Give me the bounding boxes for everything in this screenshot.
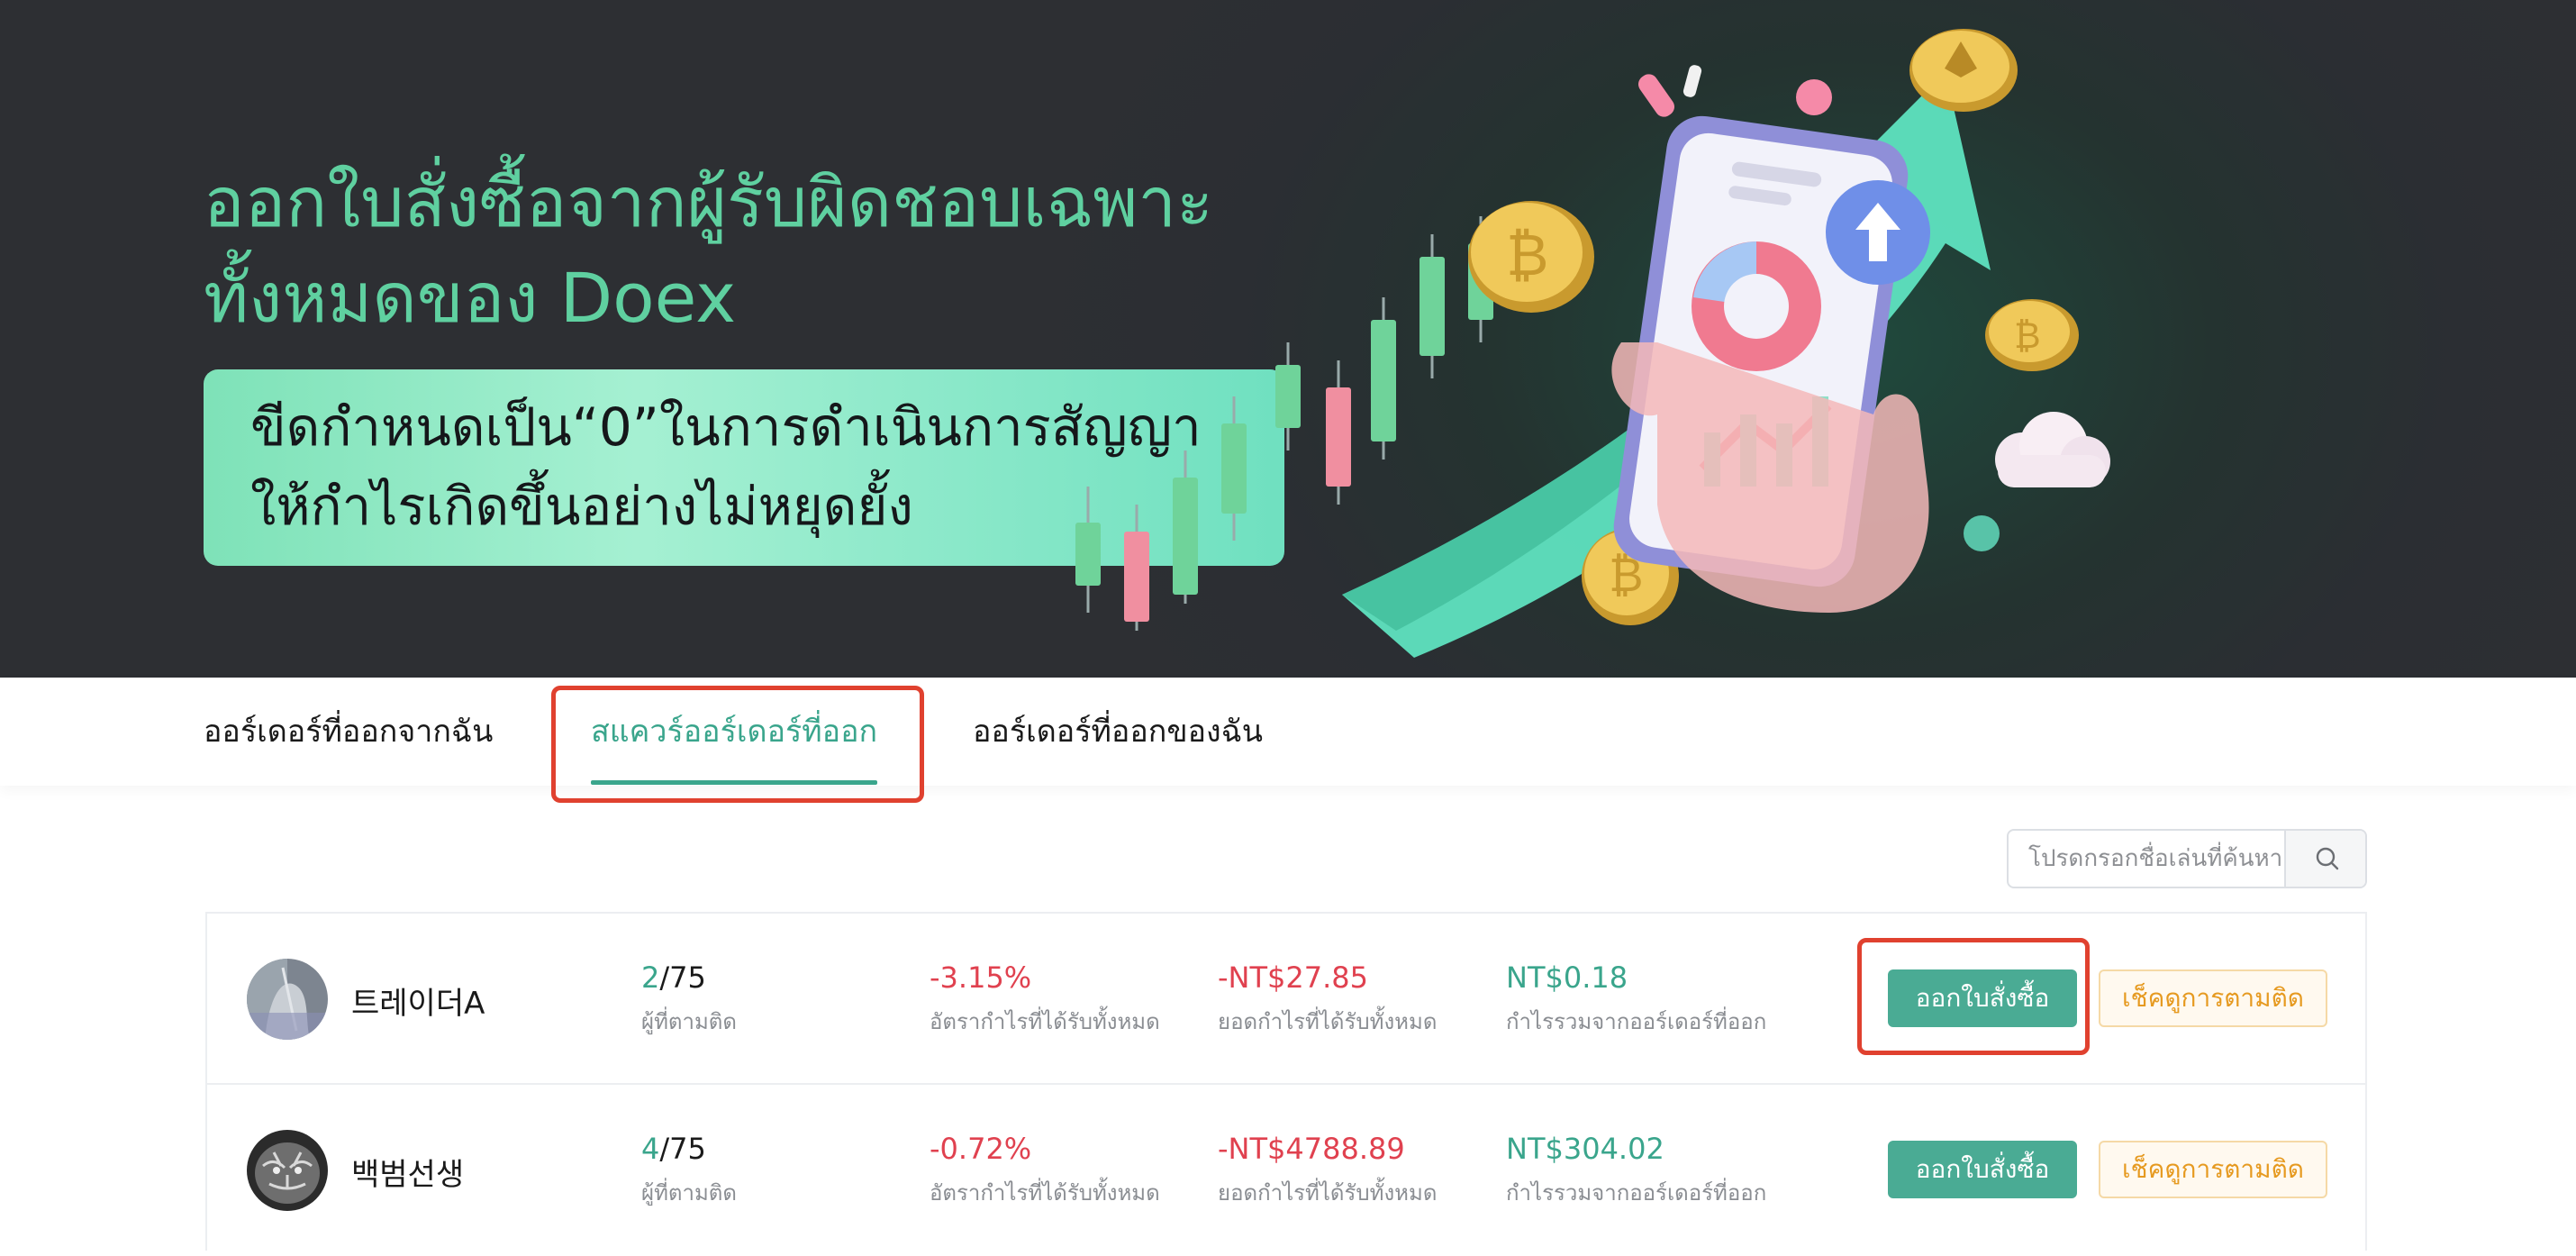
- return-rate-label: อัตรากำไรที่ได้รับทั้งหมด: [930, 1009, 1160, 1034]
- order-profit-value: NT$304.02: [1506, 1132, 1664, 1166]
- search-box: [2007, 829, 2367, 888]
- avatar: [247, 1130, 328, 1211]
- followers-label: ผู้ที่ตามติด: [641, 1009, 737, 1034]
- followers-current: 4: [641, 1132, 660, 1166]
- trader-row: 백범선생 4/75 ผู้ที่ตามติด -0.72% อัตรากำไรท…: [207, 1085, 2365, 1256]
- tabs-bar: ออร์เดอร์ที่ออกจากฉัน สแควร์ออร์เดอร์ที่…: [0, 678, 2576, 786]
- followers-max: /75: [659, 960, 706, 995]
- return-rate-value: -0.72%: [930, 1132, 1032, 1166]
- confetti-icon: [1638, 74, 1674, 117]
- order-profit-stat: NT$304.02 กำไรรวมจากออร์เดอร์ที่ออก: [1506, 1128, 1766, 1211]
- teal-dot-icon: [1964, 515, 2000, 551]
- total-profit-stat: -NT$4788.89 ยอดกำไรที่ได้รับทั้งหมด: [1218, 1128, 1437, 1211]
- order-profit-label: กำไรรวมจากออร์เดอร์ที่ออก: [1506, 1009, 1767, 1034]
- return-rate-value: -3.15%: [930, 960, 1032, 995]
- total-profit-label: ยอดกำไรที่ได้รับทั้งหมด: [1218, 1180, 1438, 1206]
- trader-name: 백범선생: [351, 1157, 465, 1193]
- place-order-button[interactable]: ออกใบสั่งซื้อ: [1888, 1141, 2077, 1198]
- hero-banner: ออกใบสั่งซื้อจากผู้รับผิดชอบเฉพาะ ทั้งหม…: [0, 0, 2576, 678]
- tab-my-copied-orders[interactable]: ออร์เดอร์ที่ออกจากฉัน: [204, 678, 493, 786]
- followers-current: 2: [641, 960, 660, 995]
- order-profit-value: NT$0.18: [1506, 960, 1628, 995]
- followers-stat: 2/75 ผู้ที่ตามติด: [641, 957, 737, 1040]
- up-arrow-badge-icon: [1826, 180, 1930, 285]
- order-profit-label: กำไรรวมจากออร์เดอร์ที่ออก: [1506, 1180, 1767, 1206]
- trading-illustration: ₿ ₿ ₿: [1075, 29, 2110, 658]
- total-profit-value: -NT$27.85: [1218, 960, 1368, 995]
- bitcoin-coin-icon: ₿: [1468, 201, 1594, 313]
- check-following-button[interactable]: เช็คดูการตามติด: [2099, 1141, 2327, 1198]
- svg-text:₿: ₿: [1506, 223, 1548, 289]
- button-highlight-outline: [1857, 938, 2090, 1055]
- followers-max: /75: [659, 1132, 706, 1166]
- cloud-icon: [1995, 412, 2110, 487]
- return-rate-stat: -0.72% อัตรากำไรที่ได้รับทั้งหมด: [930, 1128, 1160, 1211]
- total-profit-label: ยอดกำไรที่ได้รับทั้งหมด: [1218, 1009, 1438, 1034]
- trader-name: 트레이더A: [351, 986, 485, 1022]
- return-rate-label: อัตรากำไรที่ได้รับทั้งหมด: [930, 1180, 1160, 1206]
- tab-my-lead-orders[interactable]: ออร์เดอร์ที่ออกของฉัน: [973, 678, 1263, 786]
- total-profit-stat: -NT$27.85 ยอดกำไรที่ได้รับทั้งหมด: [1218, 957, 1437, 1040]
- followers-stat: 4/75 ผู้ที่ตามติด: [641, 1128, 737, 1211]
- avatar: [247, 959, 328, 1040]
- svg-text:₿: ₿: [2014, 315, 2041, 357]
- search-button[interactable]: [2284, 831, 2365, 887]
- bitcoin-coin-right-icon: ₿: [1985, 299, 2079, 371]
- pink-dot-icon: [1796, 79, 1832, 115]
- total-profit-value: -NT$4788.89: [1218, 1132, 1405, 1166]
- tab-highlight-outline: [551, 686, 924, 803]
- return-rate-stat: -3.15% อัตรากำไรที่ได้รับทั้งหมด: [930, 957, 1160, 1040]
- ethereum-coin-icon: [1909, 29, 2018, 112]
- followers-label: ผู้ที่ตามติด: [641, 1180, 737, 1206]
- order-profit-stat: NT$0.18 กำไรรวมจากออร์เดอร์ที่ออก: [1506, 957, 1766, 1040]
- check-following-button[interactable]: เช็คดูการตามติด: [2099, 969, 2327, 1027]
- search-icon: [2316, 847, 2339, 870]
- search-input[interactable]: [2009, 831, 2286, 887]
